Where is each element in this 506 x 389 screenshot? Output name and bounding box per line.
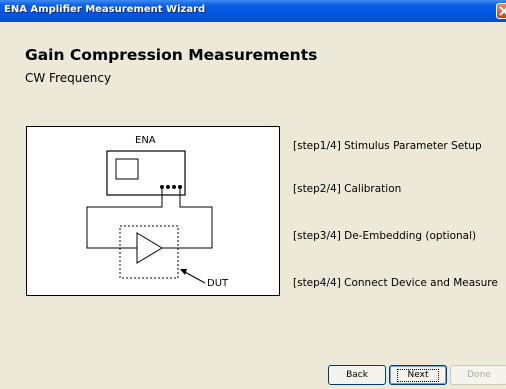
output-cable — [157, 189, 213, 249]
next-button[interactable]: Next — [389, 365, 447, 385]
next-button-label: Next — [396, 368, 440, 382]
input-cable — [86, 189, 163, 249]
ena-port-icon — [178, 185, 182, 189]
dut-label: DUT — [207, 278, 229, 289]
ena-screen-icon — [115, 158, 139, 180]
done-button[interactable]: Done — [450, 365, 506, 385]
done-button-label: Done — [467, 370, 491, 380]
step-1-label: [step1/4] Stimulus Parameter Setup — [293, 140, 482, 152]
ena-label: ENA — [135, 135, 156, 146]
window-title: ENA Amplifier Measurement Wizard — [4, 4, 206, 15]
connection-diagram: ENA DUT — [26, 126, 280, 296]
close-icon — [499, 6, 506, 16]
amplifier-icon — [136, 232, 163, 264]
page-subtitle: CW Frequency — [25, 71, 112, 85]
ena-port-icon — [160, 185, 164, 189]
page-title: Gain Compression Measurements — [25, 46, 318, 64]
ena-port-icon — [166, 185, 170, 189]
ena-port-icon — [172, 185, 176, 189]
back-button[interactable]: Back — [328, 365, 386, 385]
close-button[interactable] — [496, 3, 506, 19]
step-3-label: [step3/4] De-Embedding (optional) — [293, 230, 477, 242]
title-bar: ENA Amplifier Measurement Wizard — [0, 0, 506, 22]
diagram-drawing — [86, 150, 213, 284]
step-4-label: [step4/4] Connect Device and Measure — [293, 277, 498, 289]
back-button-label: Back — [346, 370, 368, 380]
dut-arrow-icon — [182, 270, 206, 284]
step-2-label: [step2/4] Calibration — [293, 183, 402, 195]
